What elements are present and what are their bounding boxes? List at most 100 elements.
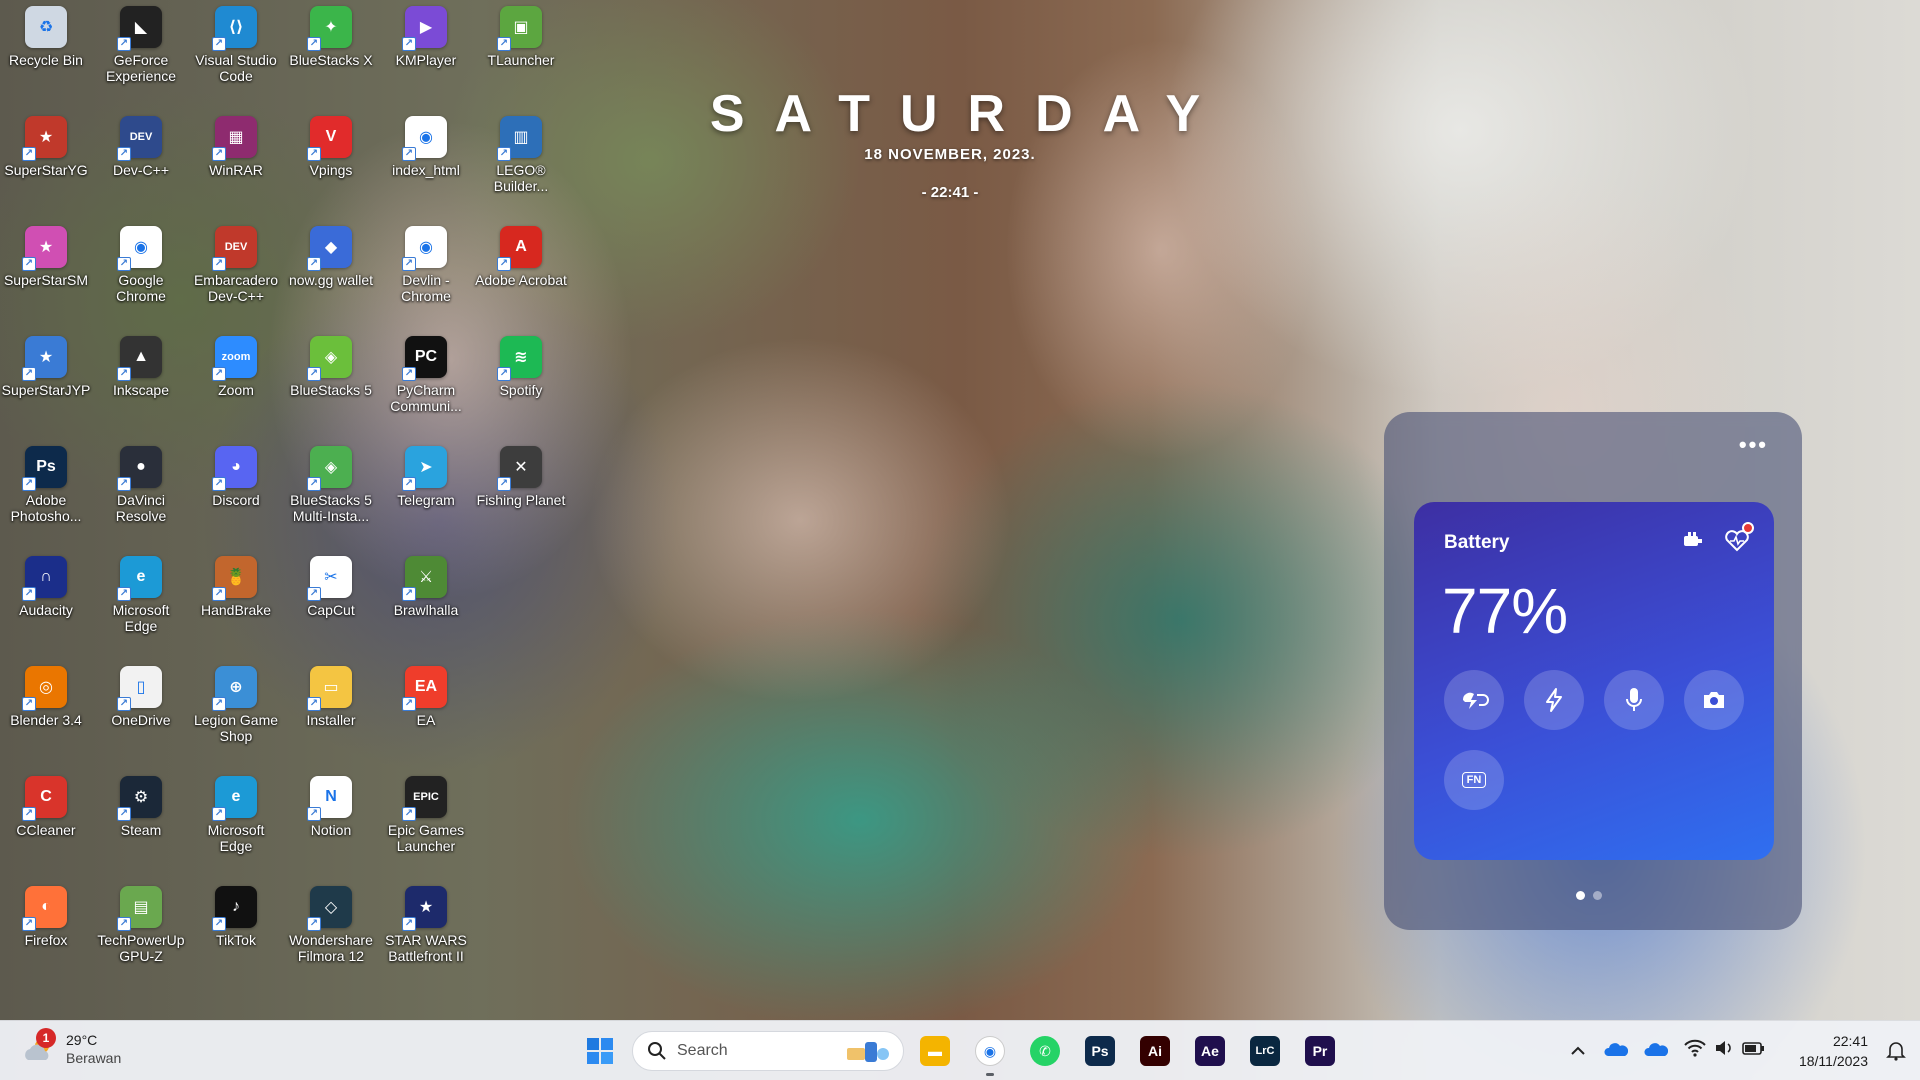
file-explorer-taskbar-button[interactable]: ▬: [917, 1033, 953, 1069]
desktop-shortcut[interactable]: ➤ ↗ Telegram: [380, 446, 472, 508]
shortcut-arrow-icon: ↗: [212, 807, 226, 821]
shortcut-arrow-icon: ↗: [117, 257, 131, 271]
desktop-shortcut[interactable]: ♻ Recycle Bin: [0, 6, 92, 68]
desktop-shortcut-label: Installer: [306, 712, 356, 728]
desktop-shortcut[interactable]: ◣ ↗ GeForce Experience: [95, 6, 187, 84]
desktop-shortcut[interactable]: ★ ↗ SuperStarJYP: [0, 336, 92, 398]
nowgg-icon: ◆ ↗: [307, 226, 352, 271]
notification-center-button[interactable]: [1886, 1039, 1906, 1066]
shortcut-arrow-icon: ↗: [117, 587, 131, 601]
desktop-shortcut[interactable]: ♪ ↗ TikTok: [190, 886, 282, 948]
pager-dot[interactable]: [1593, 891, 1602, 900]
taskbar-search[interactable]: Search: [632, 1031, 904, 1071]
start-button[interactable]: [582, 1033, 618, 1069]
onedrive-tray-icon[interactable]: [1604, 1041, 1629, 1062]
desktop-shortcut[interactable]: ● ↗ DaVinci Resolve: [95, 446, 187, 524]
desktop-shortcut[interactable]: C ↗ CCleaner: [0, 776, 92, 838]
chrome-taskbar-button[interactable]: ◉: [972, 1033, 1008, 1069]
folder-icon: ▭ ↗: [307, 666, 352, 711]
desktop-shortcut[interactable]: EPIC ↗ Epic Games Launcher: [380, 776, 472, 854]
desktop-shortcut[interactable]: PC ↗ PyCharm Communi...: [380, 336, 472, 414]
desktop-shortcut[interactable]: ▤ ↗ TechPowerUp GPU-Z: [95, 886, 187, 964]
microphone-toggle[interactable]: [1604, 670, 1664, 730]
taskbar-clock[interactable]: 22:41 18/11/2023: [1799, 1031, 1868, 1071]
fn-lock-toggle[interactable]: FN: [1444, 750, 1504, 810]
desktop-shortcut[interactable]: ▣ ↗ TLauncher: [475, 6, 567, 68]
power-mode-toggle[interactable]: [1444, 670, 1504, 730]
weather-widget[interactable]: 1 29°C Berawan: [22, 1028, 121, 1067]
illustrator-icon: Ai: [1140, 1036, 1170, 1066]
show-hidden-icons[interactable]: [1568, 1041, 1588, 1061]
desktop-shortcut[interactable]: A ↗ Adobe Acrobat: [475, 226, 567, 288]
after-effects-taskbar-button[interactable]: Ae: [1192, 1033, 1228, 1069]
desktop-shortcut[interactable]: ✂ ↗ CapCut: [285, 556, 377, 618]
kmplayer-icon: ▶ ↗: [402, 6, 447, 51]
desktop-shortcut[interactable]: e ↗ Microsoft Edge: [95, 556, 187, 634]
photoshop-taskbar-button[interactable]: Ps: [1082, 1033, 1118, 1069]
desktop-shortcut[interactable]: ◉ ↗ Google Chrome: [95, 226, 187, 304]
desktop-shortcut[interactable]: DEV ↗ Embarcadero Dev-C++: [190, 226, 282, 304]
desktop-shortcut[interactable]: ◆ ↗ now.gg wallet: [285, 226, 377, 288]
desktop-shortcut[interactable]: ◎ ↗ Blender 3.4: [0, 666, 92, 728]
desktop-shortcut[interactable]: ★ ↗ SuperStarYG: [0, 116, 92, 178]
legion-icon: ⊕ ↗: [212, 666, 257, 711]
desktop-shortcut[interactable]: ⟨⟩ ↗ Visual Studio Code: [190, 6, 282, 84]
desktop-shortcut[interactable]: ★ ↗ SuperStarSM: [0, 226, 92, 288]
desktop-shortcut[interactable]: ▶ ↗ KMPlayer: [380, 6, 472, 68]
desktop-shortcut-label: Adobe Photosho...: [10, 492, 82, 524]
desktop-shortcut[interactable]: ◈ ↗ BlueStacks 5: [285, 336, 377, 398]
spotify-icon: ≋ ↗: [497, 336, 542, 381]
camera-toggle[interactable]: [1684, 670, 1744, 730]
desktop-shortcut[interactable]: EA ↗ EA: [380, 666, 472, 728]
desktop-shortcut[interactable]: ⊕ ↗ Legion Game Shop: [190, 666, 282, 744]
desktop-shortcut-label: Microsoft Edge: [207, 822, 265, 854]
desktop-shortcut[interactable]: ⚔ ↗ Brawlhalla: [380, 556, 472, 618]
shortcut-arrow-icon: ↗: [307, 587, 321, 601]
shortcut-arrow-icon: ↗: [402, 697, 416, 711]
bluestacks-x-icon: ✦ ↗: [307, 6, 352, 51]
desktop-shortcut[interactable]: ◈ ↗ BlueStacks 5 Multi-Insta...: [285, 446, 377, 524]
desktop-shortcut[interactable]: Ps ↗ Adobe Photosho...: [0, 446, 92, 524]
superstar-jyp-icon: ★ ↗: [22, 336, 67, 381]
shortcut-arrow-icon: ↗: [307, 807, 321, 821]
desktop-shortcut[interactable]: ★ ↗ STAR WARS Battlefront II: [380, 886, 472, 964]
shortcut-arrow-icon: ↗: [212, 477, 226, 491]
desktop-shortcut[interactable]: ◐ ↗ Firefox: [0, 886, 92, 948]
illustrator-taskbar-button[interactable]: Ai: [1137, 1033, 1173, 1069]
davinci-icon: ● ↗: [117, 446, 162, 491]
desktop-shortcut[interactable]: ◉ ↗ Devlin - Chrome: [380, 226, 472, 304]
shortcut-arrow-icon: ↗: [307, 367, 321, 381]
battery-charger-icon[interactable]: [1682, 530, 1708, 554]
desktop-shortcut[interactable]: ▥ ↗ LEGO® Builder...: [475, 116, 567, 194]
desktop-shortcut[interactable]: ▭ ↗ Installer: [285, 666, 377, 728]
desktop-shortcut[interactable]: ◇ ↗ Wondershare Filmora 12: [285, 886, 377, 964]
shortcut-arrow-icon: ↗: [497, 147, 511, 161]
whatsapp-taskbar-button[interactable]: ✆: [1027, 1033, 1063, 1069]
lightning-toggle[interactable]: [1524, 670, 1584, 730]
desktop-shortcut[interactable]: ◕ ↗ Discord: [190, 446, 282, 508]
widget-pager: [1576, 891, 1602, 900]
desktop-shortcut[interactable]: N ↗ Notion: [285, 776, 377, 838]
desktop-shortcut[interactable]: ✦ ↗ BlueStacks X: [285, 6, 377, 68]
vpings-icon: V ↗: [307, 116, 352, 161]
desktop-shortcut[interactable]: ▦ ↗ WinRAR: [190, 116, 282, 178]
widget-more-button[interactable]: •••: [1739, 432, 1768, 458]
onedrive-tray-icon-2[interactable]: [1644, 1041, 1669, 1062]
desktop-shortcut[interactable]: e ↗ Microsoft Edge: [190, 776, 282, 854]
pager-dot-active[interactable]: [1576, 891, 1585, 900]
desktop-shortcut[interactable]: ∩ ↗ Audacity: [0, 556, 92, 618]
desktop-shortcut[interactable]: ◉ ↗ index_html: [380, 116, 472, 178]
desktop-shortcut[interactable]: 🍍 ↗ HandBrake: [190, 556, 282, 618]
lightroom-classic-taskbar-button[interactable]: LrC: [1247, 1033, 1283, 1069]
desktop-shortcut[interactable]: zoom ↗ Zoom: [190, 336, 282, 398]
desktop-shortcut[interactable]: ≋ ↗ Spotify: [475, 336, 567, 398]
desktop-shortcut[interactable]: ⚙ ↗ Steam: [95, 776, 187, 838]
desktop-shortcut[interactable]: ▲ ↗ Inkscape: [95, 336, 187, 398]
desktop-shortcut[interactable]: V ↗ Vpings: [285, 116, 377, 178]
desktop-shortcut[interactable]: ✕ ↗ Fishing Planet: [475, 446, 567, 508]
network-status[interactable]: [1684, 1039, 1766, 1057]
desktop-shortcut[interactable]: ▯ ↗ OneDrive: [95, 666, 187, 728]
shortcut-arrow-icon: ↗: [212, 367, 226, 381]
desktop-shortcut[interactable]: DEV ↗ Dev-C++: [95, 116, 187, 178]
premiere-taskbar-button[interactable]: Pr: [1302, 1033, 1338, 1069]
